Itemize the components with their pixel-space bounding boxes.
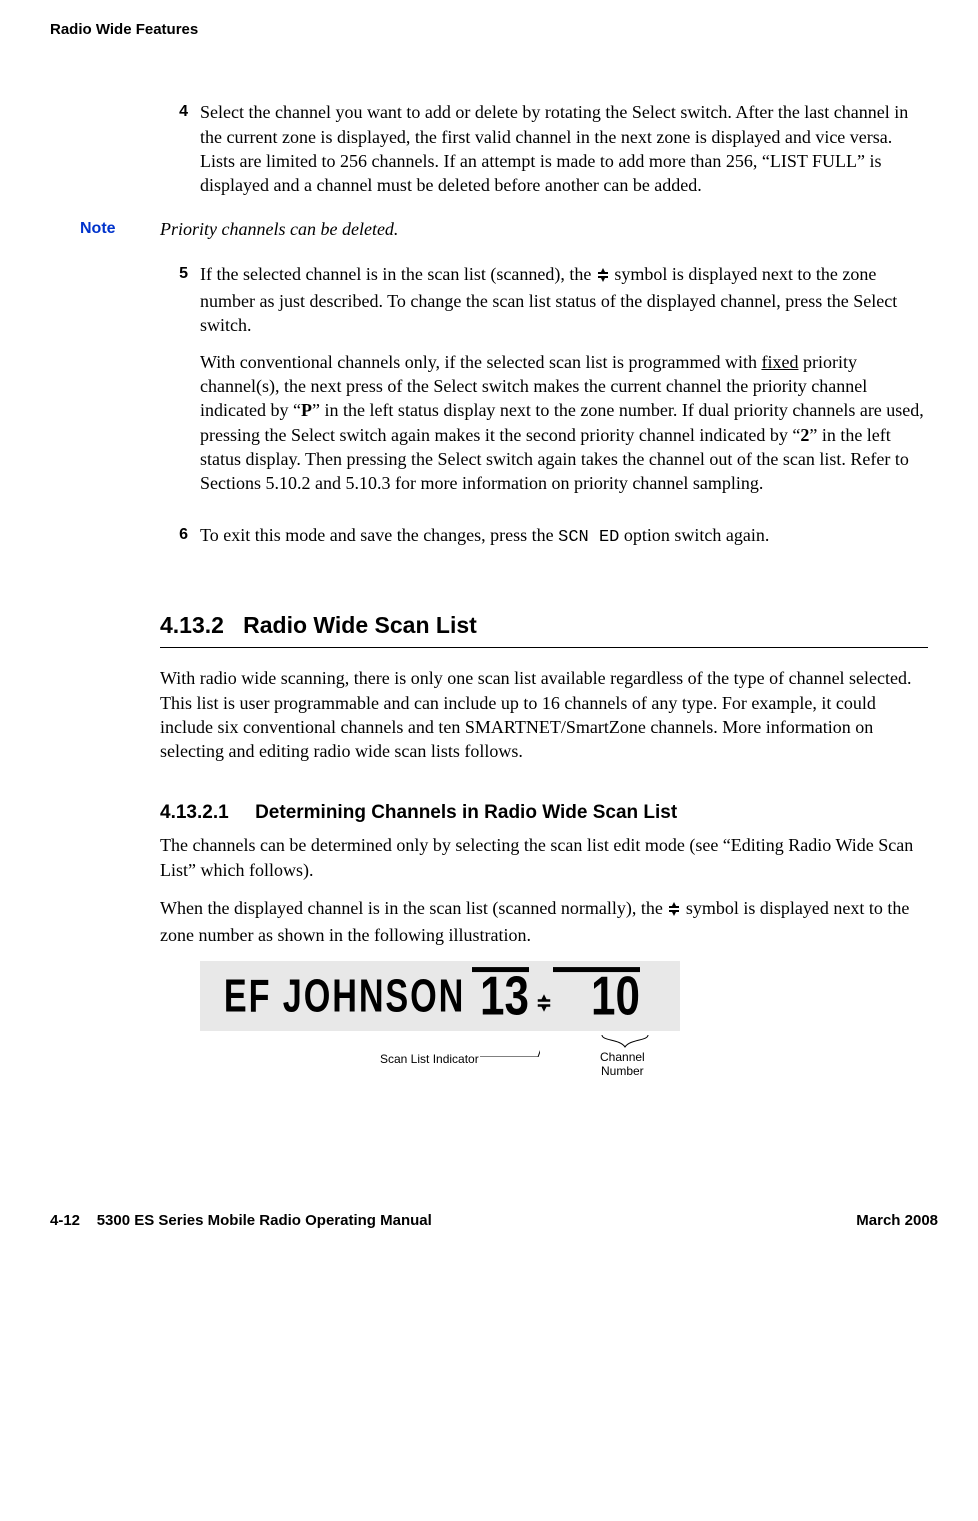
lcd-channel-number: 10 [553, 959, 640, 1033]
step-number: 4 [160, 100, 200, 197]
paragraph: The channels can be determined only by s… [160, 833, 928, 882]
lcd-text: EF JOHNSON [207, 965, 465, 1028]
step-body: If the selected channel is in the scan l… [200, 262, 928, 510]
text: If the selected channel is in the scan l… [200, 264, 596, 284]
heading-number: 4.13.2.1 [160, 802, 229, 823]
brace-icon [600, 1033, 650, 1049]
code-text: SCN ED [558, 528, 619, 547]
main-content: 4 Select the channel you want to add or … [160, 100, 928, 1231]
lcd-screen: EF JOHNSON 13 10 [200, 961, 680, 1031]
bold-text: P [301, 400, 312, 420]
underlined-text: fixed [761, 352, 798, 372]
heading-2: 4.13.2 Radio Wide Scan List [160, 610, 928, 641]
lcd-illustration: EF JOHNSON 13 10 Scan List Indicator [200, 961, 928, 1091]
text: Channel [600, 1050, 645, 1064]
text: Number [601, 1064, 644, 1078]
step-5: 5 If the selected channel is in the scan… [160, 262, 928, 510]
text: option switch again. [619, 525, 769, 545]
lcd-zone-number: 13 [472, 959, 529, 1033]
callout-channel-label: Channel Number [600, 1051, 645, 1077]
manual-title: 5300 ES Series Mobile Radio Operating Ma… [97, 1212, 432, 1229]
step-body: To exit this mode and save the changes, … [200, 523, 928, 550]
page-footer: 4-12 5300 ES Series Mobile Radio Operati… [50, 1211, 938, 1231]
heading-number: 4.13.2 [160, 612, 224, 638]
heading-3: 4.13.2.1 Determining Channels in Radio W… [160, 800, 928, 826]
paragraph: When the displayed channel is in the sca… [160, 896, 928, 948]
footer-left: 4-12 5300 ES Series Mobile Radio Operati… [50, 1211, 432, 1231]
page-number: 4-12 [50, 1212, 80, 1229]
callout-scan-label: Scan List Indicator [380, 1051, 479, 1067]
footer-right: March 2008 [856, 1211, 938, 1231]
step-body: Select the channel you want to add or de… [200, 100, 928, 197]
running-header: Radio Wide Features [50, 20, 928, 40]
bold-text: 2 [800, 425, 809, 445]
note-body: Priority channels can be deleted. [160, 217, 928, 241]
text: To exit this mode and save the changes, … [200, 525, 558, 545]
note-label: Note [80, 217, 160, 241]
scan-icon [529, 973, 553, 1019]
paragraph: With radio wide scanning, there is only … [160, 666, 928, 763]
callout-arrow-icon [480, 1031, 540, 1057]
scan-icon [596, 265, 610, 289]
paragraph: With conventional channels only, if the … [200, 350, 928, 496]
step-number: 6 [160, 523, 200, 550]
step-6: 6 To exit this mode and save the changes… [160, 523, 928, 550]
heading-title: Determining Channels in Radio Wide Scan … [255, 802, 677, 823]
heading-rule [160, 647, 928, 648]
note: Note Priority channels can be deleted. [80, 217, 928, 241]
callouts: Scan List Indicator Channel Number [200, 1031, 680, 1091]
step-4: 4 Select the channel you want to add or … [160, 100, 928, 197]
text: With conventional channels only, if the … [200, 352, 761, 372]
heading-title: Radio Wide Scan List [243, 612, 477, 638]
scan-icon [667, 899, 681, 923]
text: When the displayed channel is in the sca… [160, 898, 667, 918]
step-number: 5 [160, 262, 200, 510]
